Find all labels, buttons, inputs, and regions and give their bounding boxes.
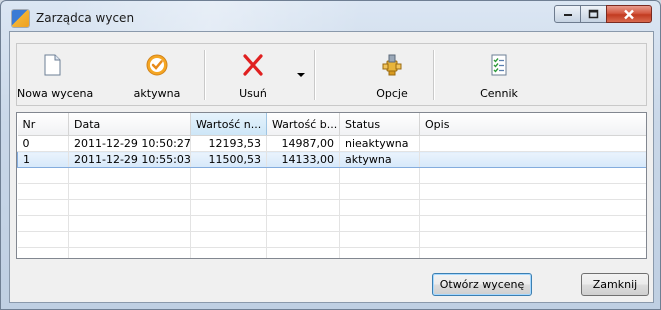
- options-label: Opcje: [376, 87, 408, 100]
- active-label: aktywna: [133, 87, 181, 100]
- column-header-opis[interactable]: Opis: [419, 113, 646, 136]
- active-button[interactable]: aktywna: [129, 44, 185, 105]
- toolbar-separator: [433, 50, 434, 100]
- delete-label: Usuń: [239, 87, 267, 100]
- cell-wartosc-netto: 12193,53: [190, 135, 267, 152]
- empty-row: [17, 199, 646, 216]
- cell-nr: 1: [17, 151, 69, 168]
- cell-wartosc-brutto: 14133,00: [266, 151, 340, 168]
- table-row-selected[interactable]: 1 2011-12-29 10:55:03 11500,53 14133,00 …: [17, 151, 646, 168]
- grid-header-row: Nr Data Wartość n... Wartość b... Status…: [17, 113, 646, 136]
- delete-button[interactable]: Usuń: [223, 44, 283, 105]
- window-title: Zarządca wycen: [36, 11, 135, 25]
- minimize-icon: [563, 14, 572, 16]
- client-area: Nowa wycena aktywna Usuń Opcje Cennik Nr…: [9, 31, 654, 303]
- red-x-icon: [243, 54, 263, 76]
- minimize-button[interactable]: [554, 5, 581, 23]
- maximize-button[interactable]: [580, 5, 607, 23]
- checkmark-circle-icon: [146, 54, 168, 76]
- new-quote-button[interactable]: Nowa wycena: [17, 44, 94, 105]
- cell-nr: 0: [17, 135, 69, 152]
- close-icon: [624, 9, 634, 19]
- open-quote-button[interactable]: Otwórz wycenę: [432, 273, 532, 296]
- column-header-status[interactable]: Status: [339, 113, 420, 136]
- column-header-nr[interactable]: Nr: [17, 113, 69, 136]
- document-icon: [44, 54, 61, 76]
- checklist-icon: [491, 54, 507, 76]
- empty-row: [17, 215, 646, 232]
- cell-wartosc-netto: 11500,53: [190, 151, 267, 168]
- cell-wartosc-brutto: 14987,00: [266, 135, 340, 152]
- cell-data: 2011-12-29 10:50:27: [68, 135, 191, 152]
- cell-status: nieaktywna: [339, 135, 420, 152]
- pricelist-label: Cennik: [480, 87, 518, 100]
- new-quote-label: Nowa wycena: [17, 87, 94, 100]
- empty-row: [17, 183, 646, 200]
- titlebar[interactable]: Zarządca wycen: [1, 1, 660, 31]
- cell-opis: [419, 135, 646, 152]
- gear-plugin-icon: [382, 54, 402, 76]
- close-window-button[interactable]: [606, 5, 652, 23]
- cell-opis: [419, 151, 646, 168]
- options-button[interactable]: Opcje: [362, 44, 422, 105]
- toolbar-separator: [204, 50, 205, 100]
- empty-row: [17, 247, 646, 258]
- column-header-wartosc-brutto[interactable]: Wartość b...: [266, 113, 340, 136]
- window: Zarządca wycen Nowa wycena aktywna Usuń …: [0, 0, 661, 310]
- column-header-wartosc-netto[interactable]: Wartość n...: [190, 113, 267, 136]
- toolbar: Nowa wycena aktywna Usuń Opcje Cennik: [16, 43, 647, 106]
- quotes-grid[interactable]: Nr Data Wartość n... Wartość b... Status…: [16, 112, 647, 259]
- maximize-icon: [588, 9, 599, 19]
- column-header-data[interactable]: Data: [68, 113, 191, 136]
- empty-row: [17, 167, 646, 184]
- cell-data: 2011-12-29 10:55:03: [68, 151, 191, 168]
- caption-buttons: [554, 5, 652, 24]
- pricelist-button[interactable]: Cennik: [469, 44, 529, 105]
- delete-dropdown-arrow[interactable]: [297, 73, 305, 77]
- toolbar-separator: [314, 50, 315, 100]
- cell-status: aktywna: [339, 151, 420, 168]
- empty-row: [17, 231, 646, 248]
- app-icon: [12, 10, 29, 27]
- close-button[interactable]: Zamknij: [581, 273, 649, 296]
- table-row[interactable]: 0 2011-12-29 10:50:27 12193,53 14987,00 …: [17, 135, 646, 152]
